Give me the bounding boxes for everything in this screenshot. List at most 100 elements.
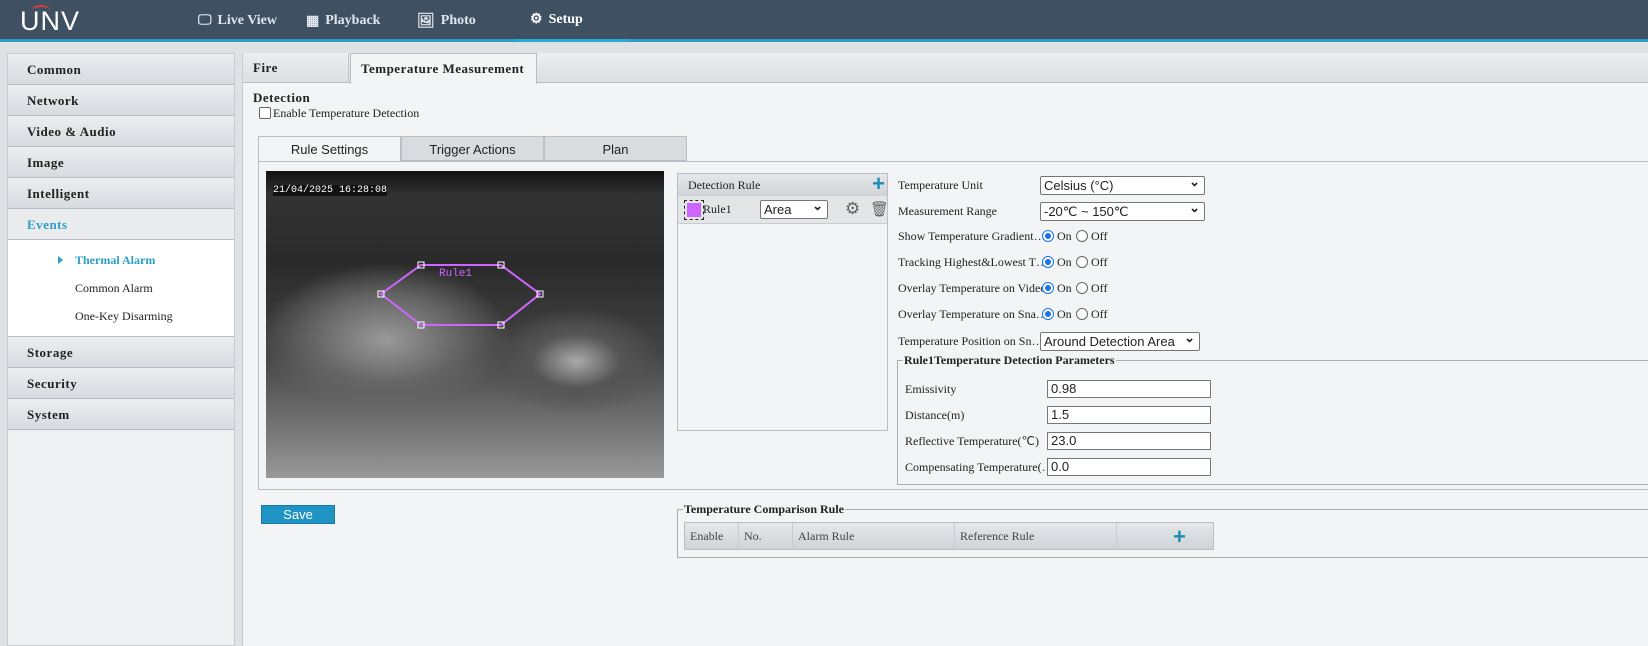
main-content: Fire Detection Temperature Measurement E… [242, 53, 1648, 646]
add-rule-icon[interactable]: + [872, 173, 885, 195]
tab-trigger-actions[interactable]: Trigger Actions [401, 136, 544, 161]
comparison-table-header: Enable No. Alarm Rule Reference Rule + [684, 522, 1214, 550]
gear-icon: ⚙ [530, 12, 543, 27]
param-input[interactable]: 0.98 [1047, 380, 1211, 398]
rule-color-swatch[interactable] [684, 200, 704, 220]
sidebar-item-system[interactable]: System [8, 399, 234, 430]
sub-tabs: Rule Settings Trigger Actions Plan [258, 136, 687, 162]
gear-icon[interactable]: ⚙ [845, 199, 860, 219]
nav-setup[interactable]: ⚙ Setup [518, 0, 628, 42]
rule-name: Rule1 [703, 202, 732, 216]
radio-on-label: On [1057, 281, 1072, 295]
temperature-position-select[interactable]: Around Detection Area [1040, 329, 1200, 351]
temperature-position-value: Around Detection Area [1044, 334, 1175, 349]
radio-off[interactable] [1076, 230, 1088, 242]
radio-setting-label: Tracking Highest&Lowest T… [898, 255, 1048, 269]
nav-label: Setup [548, 11, 583, 27]
radio-on[interactable] [1042, 256, 1054, 268]
temperature-unit-value: Celsius (°C) [1044, 178, 1114, 193]
detection-parameters-title: Rule1Temperature Detection Parameters [903, 353, 1116, 368]
param-value: 23.0 [1051, 433, 1077, 448]
radio-off-label: Off [1091, 229, 1108, 243]
radio-on[interactable] [1042, 282, 1054, 294]
param-value: 0.98 [1051, 381, 1077, 396]
top-bar: UNV 🖵 Live View ▦ Playback 🖼 Photo ⚙ Setup [0, 0, 1648, 42]
param-input[interactable]: 23.0 [1047, 432, 1211, 450]
detection-rule-header: Detection Rule + [678, 173, 887, 196]
events-submenu: Thermal Alarm Common Alarm One-Key Disar… [8, 240, 234, 337]
sidebar: Common Network Video & Audio Image Intel… [7, 53, 235, 646]
monitor-icon: 🖵 [198, 13, 212, 28]
column-reference-rule: Reference Rule [955, 523, 1117, 550]
radio-off-label: Off [1091, 307, 1108, 321]
radio-setting-label: Overlay Temperature on Sna… [898, 307, 1048, 321]
radio-off-label: Off [1091, 255, 1108, 269]
radio-off-label: Off [1091, 281, 1108, 295]
sidebar-subitem-common-alarm[interactable]: Common Alarm [8, 274, 234, 302]
video-preview[interactable]: 21/04/2025 16:28:08 Rule1 [266, 171, 664, 478]
nav-photo[interactable]: 🖼 Photo [417, 0, 476, 42]
tab-rule-settings[interactable]: Rule Settings [258, 136, 401, 162]
radio-off[interactable] [1076, 282, 1088, 294]
overlay-rule-label: Rule1 [439, 268, 472, 280]
param-value: 1.5 [1051, 407, 1070, 422]
param-label: Emissivity [905, 382, 957, 396]
nav-label: Playback [325, 13, 381, 28]
nav-playback[interactable]: ▦ Playback [306, 0, 380, 42]
nav-label: Photo [440, 13, 476, 28]
save-button[interactable]: Save [261, 505, 335, 524]
column-no: No. [739, 523, 793, 550]
sidebar-subitem-one-key-disarming[interactable]: One-Key Disarming [8, 302, 234, 330]
param-value: 0.0 [1051, 459, 1070, 474]
film-icon: ▦ [306, 13, 320, 29]
rule-type-select[interactable]: Area [760, 197, 828, 219]
measurement-range-select[interactable]: -20℃ ~ 150℃ [1040, 199, 1205, 221]
nav-live-view[interactable]: 🖵 Live View [198, 0, 277, 42]
radio-setting-label: Overlay Temperature on Video [898, 281, 1047, 295]
sidebar-item-intelligent[interactable]: Intelligent [8, 178, 234, 209]
rule-type-value: Area [764, 202, 792, 217]
rule-row[interactable]: Rule1 Area ⚙ 🗑 [678, 196, 889, 224]
sidebar-item-video-audio[interactable]: Video & Audio [8, 116, 234, 147]
temperature-comparison-group: Temperature Comparison Rule Enable No. A… [677, 502, 1648, 558]
detection-rule-title: Detection Rule [688, 178, 761, 192]
detection-rule-list: Detection Rule + Rule1 Area ⚙ 🗑 [677, 173, 889, 431]
picture-icon: 🖼 [417, 13, 435, 29]
radio-on-label: On [1057, 255, 1072, 269]
temperature-unit-select[interactable]: Celsius (°C) [1040, 173, 1205, 195]
temperature-position-label: Temperature Position on Sn… [898, 334, 1044, 348]
column-alarm-rule: Alarm Rule [793, 523, 955, 550]
radio-on-label: On [1057, 229, 1072, 243]
sidebar-item-events[interactable]: Events [8, 209, 234, 240]
radio-off[interactable] [1076, 308, 1088, 320]
radio-on[interactable] [1042, 308, 1054, 320]
tab-temperature-measurement[interactable]: Temperature Measurement [350, 53, 537, 84]
tab-plan[interactable]: Plan [544, 136, 687, 161]
radio-off[interactable] [1076, 256, 1088, 268]
sidebar-item-network[interactable]: Network [8, 85, 234, 116]
logo: UNV [20, 5, 81, 36]
measurement-range-label: Measurement Range [898, 204, 997, 218]
comparison-title: Temperature Comparison Rule [683, 502, 845, 517]
sidebar-item-security[interactable]: Security [8, 368, 234, 399]
detection-area-overlay[interactable]: Rule1 [266, 171, 664, 478]
sidebar-item-common[interactable]: Common [8, 54, 234, 85]
radio-setting-label: Show Temperature Gradient… [898, 229, 1046, 243]
enable-label: Enable Temperature Detection [273, 106, 420, 120]
top-tabs: Fire Detection Temperature Measurement [243, 53, 1648, 105]
tab-fire-detection[interactable]: Fire Detection [243, 53, 349, 105]
param-input[interactable]: 1.5 [1047, 406, 1211, 424]
enable-temperature-detection-checkbox[interactable] [259, 107, 271, 119]
sidebar-subitem-thermal-alarm[interactable]: Thermal Alarm [8, 246, 234, 274]
param-label: Compensating Temperature(… [905, 460, 1054, 474]
radio-on[interactable] [1042, 230, 1054, 242]
param-input[interactable]: 0.0 [1047, 458, 1211, 476]
sidebar-item-image[interactable]: Image [8, 147, 234, 178]
column-enable: Enable [685, 523, 739, 550]
nav-label: Live View [217, 13, 278, 28]
add-comparison-rule-icon[interactable]: + [1173, 526, 1186, 548]
param-label: Distance(m) [905, 408, 965, 422]
trash-icon[interactable]: 🗑 [870, 200, 889, 219]
temperature-unit-label: Temperature Unit [898, 178, 983, 192]
sidebar-item-storage[interactable]: Storage [8, 337, 234, 368]
